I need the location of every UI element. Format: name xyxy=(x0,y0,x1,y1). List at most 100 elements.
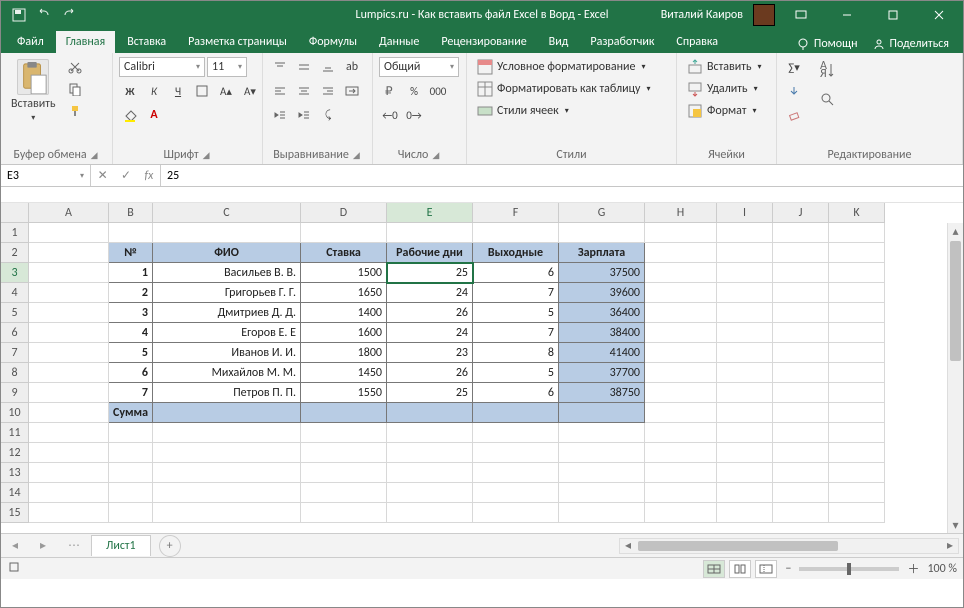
row-header-12[interactable]: 12 xyxy=(1,443,29,463)
cell[interactable] xyxy=(473,463,559,483)
cell[interactable] xyxy=(717,343,773,363)
cell[interactable] xyxy=(773,423,829,443)
cell[interactable] xyxy=(645,363,717,383)
cell[interactable] xyxy=(717,283,773,303)
hscroll-thumb[interactable] xyxy=(638,541,838,551)
cell[interactable] xyxy=(717,443,773,463)
cell[interactable] xyxy=(645,223,717,243)
accounting-format-button[interactable]: ₽ xyxy=(379,81,401,101)
cell[interactable] xyxy=(473,443,559,463)
cell[interactable] xyxy=(717,363,773,383)
cell[interactable]: 37500 xyxy=(559,263,645,283)
row-header-11[interactable]: 11 xyxy=(1,423,29,443)
formula-input[interactable]: 25 xyxy=(161,165,963,186)
cell[interactable] xyxy=(829,383,885,403)
normal-view-button[interactable] xyxy=(703,560,725,578)
cell[interactable]: Егоров Е. Е xyxy=(153,323,301,343)
cell[interactable] xyxy=(473,483,559,503)
cell[interactable] xyxy=(109,423,153,443)
cell[interactable] xyxy=(301,403,387,423)
vscroll-thumb[interactable] xyxy=(950,241,961,361)
cell[interactable] xyxy=(559,463,645,483)
cell[interactable] xyxy=(645,423,717,443)
column-header-E[interactable]: E xyxy=(387,203,473,223)
font-name-select[interactable]: Calibri▾ xyxy=(119,57,205,77)
find-button[interactable] xyxy=(815,87,841,113)
tab-developer[interactable]: Разработчик xyxy=(580,31,664,53)
cell[interactable] xyxy=(645,303,717,323)
cell[interactable] xyxy=(829,343,885,363)
column-header-B[interactable]: B xyxy=(109,203,153,223)
increase-decimal-button[interactable]: ←0 xyxy=(379,105,401,125)
cell[interactable] xyxy=(29,423,109,443)
zoom-slider[interactable] xyxy=(799,567,899,571)
italic-button[interactable]: К xyxy=(143,81,165,101)
cell[interactable]: 7 xyxy=(473,283,559,303)
cell[interactable] xyxy=(559,443,645,463)
cell[interactable] xyxy=(153,463,301,483)
comma-button[interactable]: 000 xyxy=(427,81,449,101)
cell[interactable] xyxy=(29,223,109,243)
ribbon-options-icon[interactable] xyxy=(781,1,821,29)
cell[interactable] xyxy=(829,243,885,263)
format-cells-button[interactable]: Формат▾ xyxy=(683,101,761,121)
number-format-select[interactable]: Общий▾ xyxy=(379,57,459,77)
cell[interactable] xyxy=(773,323,829,343)
bold-button[interactable]: Ж xyxy=(119,81,141,101)
cell[interactable]: 8 xyxy=(473,343,559,363)
cell[interactable]: 7 xyxy=(109,383,153,403)
cell[interactable] xyxy=(153,483,301,503)
cell[interactable] xyxy=(153,423,301,443)
row-header-13[interactable]: 13 xyxy=(1,463,29,483)
horizontal-scrollbar[interactable]: ◂ ▸ xyxy=(619,538,959,554)
cell[interactable]: 1400 xyxy=(301,303,387,323)
delete-cells-button[interactable]: Удалить▾ xyxy=(683,79,762,99)
cell[interactable]: Выходные xyxy=(473,243,559,263)
cell[interactable] xyxy=(473,423,559,443)
cell[interactable] xyxy=(645,463,717,483)
record-macro-icon[interactable] xyxy=(7,560,21,578)
cell[interactable] xyxy=(153,443,301,463)
tab-layout[interactable]: Разметка страницы xyxy=(178,31,297,53)
cell[interactable]: 1500 xyxy=(301,263,387,283)
cell[interactable] xyxy=(559,223,645,243)
cell[interactable] xyxy=(773,263,829,283)
cell[interactable]: 1 xyxy=(109,263,153,283)
clear-button[interactable] xyxy=(783,105,805,125)
cell[interactable] xyxy=(645,403,717,423)
row-header-3[interactable]: 3 xyxy=(1,263,29,283)
cell[interactable] xyxy=(829,423,885,443)
cell[interactable]: Рабочие дни xyxy=(387,243,473,263)
increase-indent-button[interactable] xyxy=(293,105,315,125)
cell[interactable] xyxy=(301,503,387,523)
select-all-corner[interactable] xyxy=(1,203,29,223)
tab-insert[interactable]: Вставка xyxy=(117,31,176,53)
cell[interactable] xyxy=(773,303,829,323)
sheet-nav-menu[interactable]: ⋯ xyxy=(68,538,80,553)
cell[interactable] xyxy=(829,303,885,323)
cell[interactable] xyxy=(301,483,387,503)
tell-me[interactable]: Помощн xyxy=(792,35,862,53)
cell[interactable] xyxy=(773,443,829,463)
paste-button[interactable]: Вставить ▾ xyxy=(7,57,60,125)
tab-home[interactable]: Главная xyxy=(56,31,115,53)
cell[interactable] xyxy=(717,403,773,423)
cell[interactable] xyxy=(559,423,645,443)
user-name[interactable]: Виталий Каиров xyxy=(661,8,743,22)
tab-file[interactable]: Файл xyxy=(7,31,54,53)
cell[interactable]: 1450 xyxy=(301,363,387,383)
row-header-15[interactable]: 15 xyxy=(1,503,29,523)
tab-review[interactable]: Рецензирование xyxy=(431,31,536,53)
column-header-I[interactable]: I xyxy=(717,203,773,223)
cell[interactable] xyxy=(773,243,829,263)
percent-button[interactable]: % xyxy=(403,81,425,101)
vertical-scrollbar[interactable]: ▴ ▾ xyxy=(947,223,963,533)
cell[interactable] xyxy=(717,463,773,483)
name-box[interactable]: E3▾ xyxy=(1,165,91,186)
add-sheet-button[interactable]: + xyxy=(159,535,181,557)
cell[interactable] xyxy=(717,323,773,343)
cell[interactable] xyxy=(109,483,153,503)
cell[interactable] xyxy=(387,443,473,463)
cell[interactable] xyxy=(29,503,109,523)
cell[interactable]: 38750 xyxy=(559,383,645,403)
